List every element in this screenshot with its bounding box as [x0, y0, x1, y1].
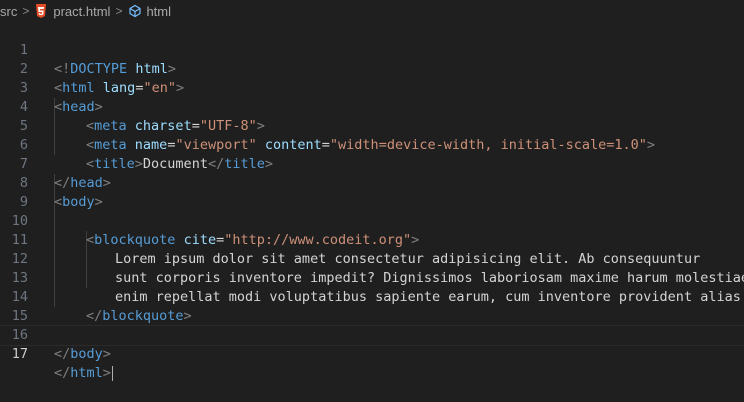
- code-text: </body>: [54, 346, 111, 362]
- symbol-element-icon: [129, 4, 142, 18]
- code-line[interactable]: 14 </blockquote>: [0, 269, 744, 324]
- breadcrumb-element-label: html: [146, 3, 172, 19]
- code-line[interactable]: 3 <head>: [0, 60, 744, 115]
- code-line[interactable]: 8 <body>: [0, 155, 744, 210]
- chevron-right-icon: >: [115, 4, 123, 18]
- code-line[interactable]: 5 <meta name="viewport" content="width=d…: [0, 98, 744, 153]
- line-number: 17: [11, 346, 28, 362]
- breadcrumb-folder-label: src: [0, 3, 18, 19]
- code-editor[interactable]: 1 <!DOCTYPE html> 2 <html lang="en"> 3 <…: [0, 22, 744, 381]
- code-line[interactable]: 16 </body>: [0, 307, 744, 362]
- code-line[interactable]: 11 Lorem ipsum dolor sit amet consectetu…: [0, 212, 744, 267]
- breadcrumb-file-label: pract.html: [53, 3, 111, 19]
- breadcrumb: src > pract.html > html: [0, 0, 744, 22]
- chevron-right-icon: >: [22, 4, 30, 18]
- breadcrumb-element[interactable]: html: [128, 4, 171, 19]
- breadcrumb-file[interactable]: pract.html: [35, 4, 110, 19]
- code-line[interactable]: 2 <html lang="en">: [0, 41, 744, 96]
- code-line[interactable]: 10 <blockquote cite="http://www.codeit.o…: [0, 193, 744, 248]
- code-text: </html>: [54, 365, 113, 381]
- code-line[interactable]: 15: [0, 288, 744, 324]
- code-line[interactable]: 4 <meta charset="UTF-8">: [0, 79, 744, 134]
- code-line[interactable]: 13 enim repellat modi voluptatibus sapie…: [0, 250, 744, 305]
- code-line[interactable]: 6 <title>Document</title>: [0, 117, 744, 172]
- code-line[interactable]: 7 </head>: [0, 136, 744, 191]
- code-line[interactable]: 12 sunt corporis inventore impedit? Dign…: [0, 231, 744, 286]
- code-line[interactable]: 1 <!DOCTYPE html>: [0, 22, 744, 77]
- code-line[interactable]: 9: [0, 174, 744, 210]
- html5-file-icon: [36, 4, 47, 18]
- breadcrumb-folder[interactable]: src: [0, 4, 17, 19]
- text-cursor: [111, 365, 113, 381]
- code-line-active[interactable]: 17 </html>: [0, 325, 744, 381]
